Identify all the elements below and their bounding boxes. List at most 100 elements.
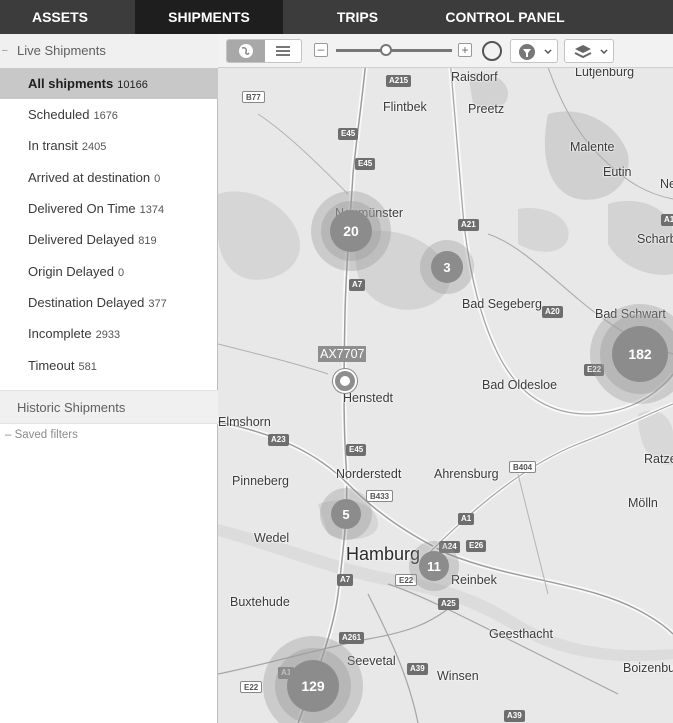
- place-label: Bad Segeberg: [462, 297, 542, 311]
- filter-label: Delivered On Time: [28, 201, 136, 216]
- place-label: Reinbek: [451, 573, 497, 587]
- place-label: Ne: [660, 177, 673, 191]
- vehicle-marker-dot: [340, 376, 350, 386]
- filter-arrived[interactable]: Arrived at destination 0: [0, 162, 218, 193]
- cluster-count: 20: [330, 210, 372, 252]
- vehicle-marker[interactable]: [333, 369, 357, 393]
- cluster-count: 11: [419, 551, 449, 581]
- filter-count: 819: [138, 235, 157, 247]
- filter-label: Destination Delayed: [28, 295, 145, 310]
- road-shield: A39: [407, 663, 428, 675]
- filter-count: 2933: [95, 329, 121, 341]
- place-label: Buxtehude: [230, 595, 290, 609]
- road-shield: B404: [509, 461, 537, 473]
- road-shield: A20: [542, 306, 563, 318]
- filter-scheduled[interactable]: Scheduled 1676: [0, 99, 218, 130]
- cluster-count: 129: [287, 660, 339, 712]
- filter-label: Origin Delayed: [28, 264, 114, 279]
- shipment-cluster[interactable]: 20: [311, 191, 391, 271]
- zoom-out-button[interactable]: –: [314, 43, 328, 57]
- place-label: Bad Oldesloe: [482, 378, 558, 392]
- filter-count: 377: [148, 298, 167, 310]
- place-label: Norderstedt: [336, 467, 402, 481]
- road-shield: A1: [661, 214, 673, 226]
- shipment-cluster[interactable]: 3: [420, 240, 474, 294]
- collapse-icon: –: [5, 429, 15, 441]
- road-shield: A21: [458, 219, 479, 231]
- filter-delivered-delayed[interactable]: Delivered Delayed 819: [0, 224, 218, 255]
- road-shield: E45: [346, 444, 367, 456]
- place-label: Malente: [570, 140, 615, 154]
- place-label: Elmshorn: [218, 415, 271, 429]
- live-shipments-title: Live Shipments: [17, 43, 106, 58]
- filter-label: Scheduled: [28, 107, 90, 122]
- live-shipments-header[interactable]: – Live Shipments: [0, 34, 218, 68]
- map-view-button[interactable]: [227, 40, 265, 62]
- filter-count: 10166: [117, 79, 148, 91]
- place-label: Eutin: [603, 165, 632, 179]
- filter-label: Delivered Delayed: [28, 232, 135, 247]
- place-label: Preetz: [468, 102, 505, 116]
- road-shield: A215: [386, 75, 412, 87]
- top-nav: ASSETS SHIPMENTS TRIPS CONTROL PANEL: [0, 0, 673, 34]
- road-shield: E45: [355, 158, 376, 170]
- sidebar: – Live Shipments All shipments 10166 Sche…: [0, 34, 218, 723]
- filter-count: 2405: [81, 141, 107, 153]
- list-view-button[interactable]: [265, 40, 301, 62]
- road-shield: B77: [242, 91, 265, 103]
- place-label: Wedel: [254, 531, 290, 545]
- layers-dropdown[interactable]: [564, 39, 614, 63]
- filter-origin-delayed[interactable]: Origin Delayed 0: [0, 256, 218, 287]
- tab-control-panel[interactable]: CONTROL PANEL: [430, 0, 580, 34]
- filter-label: In transit: [28, 138, 78, 153]
- layers-icon: [574, 45, 608, 59]
- cluster-count: 182: [612, 326, 668, 382]
- place-label: Winsen: [437, 669, 479, 683]
- cluster-ring: 182: [600, 314, 673, 394]
- circle-select-icon[interactable]: [482, 41, 502, 61]
- filter-label: Timeout: [28, 358, 75, 373]
- shipment-cluster[interactable]: 11: [409, 541, 459, 591]
- historic-shipments-header[interactable]: Historic Shipments: [0, 390, 218, 424]
- road-shield: A7: [349, 279, 366, 291]
- tab-trips[interactable]: TRIPS: [300, 0, 415, 34]
- saved-filters-label: Saved filters: [14, 429, 78, 441]
- tab-assets[interactable]: ASSETS: [0, 0, 120, 34]
- shipment-cluster[interactable]: 5: [320, 488, 372, 540]
- place-label: Pinneberg: [232, 474, 289, 488]
- filter-in-transit[interactable]: In transit 2405: [0, 130, 218, 161]
- road-shield: E22: [240, 681, 263, 693]
- map-canvas[interactable]: Raisdorf Lutjenburg Flintbek Preetz Male…: [218, 34, 673, 723]
- road-shield: B433: [366, 490, 394, 502]
- zoom-in-button[interactable]: +: [458, 43, 472, 57]
- filter-count: 1676: [93, 110, 118, 122]
- collapse-icon[interactable]: –: [2, 34, 8, 68]
- road-shield: A23: [268, 434, 289, 446]
- place-label: Mölln: [628, 496, 658, 510]
- zoom-slider-handle[interactable]: [380, 44, 392, 56]
- place-label: Flintbek: [383, 100, 427, 114]
- filter-count: 1374: [139, 204, 165, 216]
- filter-all-shipments[interactable]: All shipments 10166: [0, 68, 218, 99]
- filter-incomplete[interactable]: Incomplete 2933: [0, 318, 218, 349]
- saved-filters-toggle[interactable]: – Saved filters: [5, 429, 78, 441]
- filter-count: 0: [154, 173, 161, 185]
- filter-destination-delayed[interactable]: Destination Delayed 377: [0, 287, 218, 318]
- road-shield: A1: [458, 513, 475, 525]
- filter-delivered-on-time[interactable]: Delivered On Time 1374: [0, 193, 218, 224]
- place-label: Ahrensburg: [434, 467, 499, 481]
- zoom-slider[interactable]: [336, 49, 452, 52]
- filter-dropdown[interactable]: [510, 39, 558, 63]
- place-label: Scharb: [637, 232, 673, 246]
- filter-count: 0: [118, 267, 125, 279]
- place-label: Raisdorf: [451, 70, 498, 84]
- road-shield: E26: [466, 540, 487, 552]
- cluster-ring: 129: [275, 648, 351, 723]
- filter-timeout[interactable]: Timeout 581: [0, 350, 218, 381]
- road-shield: A25: [438, 598, 459, 610]
- place-label: Henstedt: [343, 391, 394, 405]
- tab-shipments[interactable]: SHIPMENTS: [135, 0, 283, 34]
- road-shield: A261: [339, 632, 365, 644]
- place-label: Boizenbu: [623, 661, 673, 675]
- road-shield: E45: [338, 128, 359, 140]
